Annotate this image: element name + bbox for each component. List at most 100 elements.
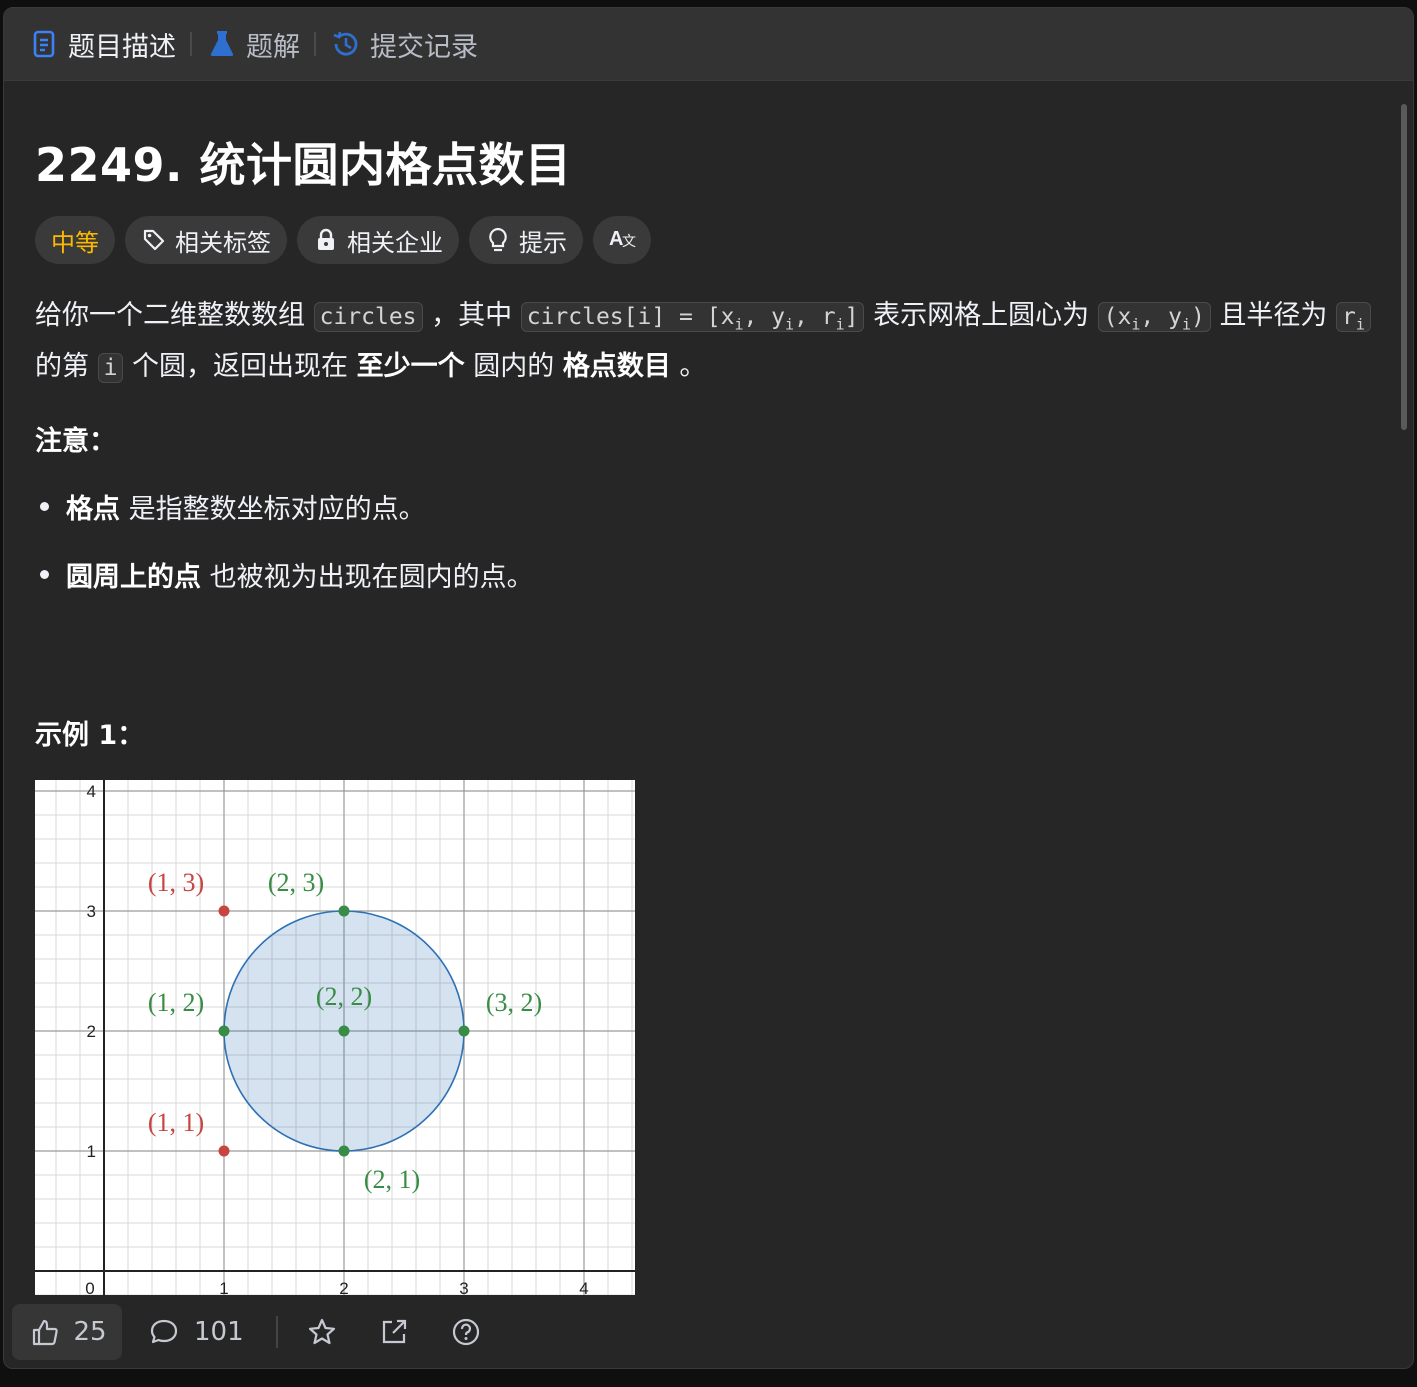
lattice-point xyxy=(338,1145,350,1157)
list-item: 圆周上的点 也被视为出现在圆内的点。 xyxy=(40,554,534,594)
problem-content[interactable]: 2249. 统计圆内格点数目 中等 相关标签 相关企业 提示 A 文 给你一个二… xyxy=(4,81,1391,1368)
document-icon xyxy=(28,28,60,60)
example-heading: 示例 1： xyxy=(35,720,145,751)
tab-submissions-label: 提交记录 xyxy=(370,31,478,63)
desc-text: 表示网格上圆心为 xyxy=(873,300,1090,331)
bullet-text: 也被视为出现在圆内的点。 xyxy=(209,561,534,593)
code-part: , r xyxy=(794,304,836,330)
desc-text: 给你一个二维整数数组 xyxy=(35,300,305,331)
bullet-bold: 格点 xyxy=(66,493,120,525)
desc-bold: 格点数目 xyxy=(562,350,671,382)
tab-submissions[interactable]: 提交记录 xyxy=(316,8,492,80)
code-part: circles[i] = [x xyxy=(526,304,735,330)
example-figure: 0 1 2 3 4 1 2 3 4 (1, 3) (2, 3) (1, 2) (2, 2) (3, 2)(… xyxy=(35,780,635,1298)
tag-icon xyxy=(141,227,167,253)
point-label: (2, 1) xyxy=(364,1165,420,1194)
point-label: (1, 2) xyxy=(148,988,204,1017)
code-sub: i xyxy=(1355,315,1365,334)
comment-count: 101 xyxy=(194,1316,244,1347)
comments-button[interactable]: 101 xyxy=(146,1314,244,1350)
point-label: (3, 2) xyxy=(486,988,542,1017)
y-tick-label: 3 xyxy=(87,902,96,921)
inline-code: circles xyxy=(313,302,423,332)
point-label: (1, 1) xyxy=(148,1108,204,1137)
problem-description: 给你一个二维整数数组 circles ，其中 circles[i] = [x i,… xyxy=(35,295,1385,389)
code-part: ] xyxy=(844,304,859,330)
related-companies-label: 相关企业 xyxy=(347,228,443,257)
favorite-button[interactable] xyxy=(304,1314,340,1350)
lattice-point xyxy=(218,905,230,917)
like-count: 25 xyxy=(73,1316,107,1347)
code-part: (x xyxy=(1103,304,1132,330)
related-tags-button[interactable]: 相关标签 xyxy=(125,216,287,264)
help-button[interactable] xyxy=(448,1314,484,1350)
lattice-point xyxy=(218,1145,230,1157)
inline-code: ri xyxy=(1336,302,1371,334)
translate-icon: A文 xyxy=(607,224,637,256)
tab-solutions-label: 题解 xyxy=(246,31,300,63)
lattice-point xyxy=(338,1025,350,1037)
y-tick-label: 2 xyxy=(87,1022,96,1041)
bullet-dot xyxy=(40,501,49,511)
share-button[interactable] xyxy=(376,1314,412,1350)
lattice-point xyxy=(218,1025,230,1037)
code-part: , y xyxy=(1140,304,1182,330)
code-sub: i xyxy=(785,315,795,334)
thumbs-up-icon xyxy=(27,1314,63,1350)
code-part: ) xyxy=(1190,304,1205,330)
bullet-bold: 圆周上的点 xyxy=(66,561,201,593)
note-list: 格点 是指整数坐标对应的点。 圆周上的点 也被视为出现在圆内的点。 xyxy=(40,486,534,622)
hint-button[interactable]: 提示 xyxy=(469,216,583,264)
question-circle-icon xyxy=(448,1314,484,1350)
point-label: (2, 3) xyxy=(268,868,324,897)
star-icon xyxy=(304,1314,340,1350)
bullet-text: 是指整数坐标对应的点。 xyxy=(128,493,426,525)
related-companies-button[interactable]: 相关企业 xyxy=(297,216,459,264)
desc-bold: 至少一个 xyxy=(356,350,465,382)
action-bar: 25 101 xyxy=(4,1295,1413,1368)
comment-icon xyxy=(146,1314,182,1350)
inline-code: circles[i] = [xi, yi, ri] xyxy=(520,302,865,334)
point-label: (2, 2) xyxy=(316,982,372,1011)
lock-icon xyxy=(313,227,339,253)
like-button[interactable]: 25 xyxy=(12,1303,122,1360)
problem-title: 2249. 统计圆内格点数目 xyxy=(35,138,572,192)
action-divider xyxy=(275,1315,278,1348)
y-tick-label: 4 xyxy=(87,782,96,801)
y-tick-label: 1 xyxy=(87,1142,96,1161)
tab-description-label: 题目描述 xyxy=(68,31,176,63)
code-sub: i xyxy=(1181,315,1191,334)
list-item: 格点 是指整数坐标对应的点。 xyxy=(40,486,534,526)
grid-plot: 0 1 2 3 41234(1, 3) (2, 3)(1, 2) (2, 2) (3, 2)(… xyxy=(35,780,635,1298)
point-label: (1, 3) xyxy=(148,868,204,897)
desc-text: 的第 xyxy=(35,350,89,382)
tab-solutions[interactable]: 题解 xyxy=(192,8,314,80)
bullet-dot xyxy=(40,569,49,579)
lightbulb-icon xyxy=(485,227,511,253)
lattice-point xyxy=(338,905,350,917)
desc-text: 。 xyxy=(679,350,707,382)
scrollbar[interactable] xyxy=(1401,104,1407,430)
hint-label: 提示 xyxy=(519,228,567,257)
tab-description[interactable]: 题目描述 xyxy=(4,8,190,80)
history-icon xyxy=(330,28,362,60)
code-sub: i xyxy=(835,315,845,334)
desc-text: ，其中 xyxy=(431,300,513,331)
tag-chips: 中等 相关标签 相关企业 提示 A文 xyxy=(35,216,651,264)
inline-code: i xyxy=(97,352,124,383)
tab-bar: 题目描述 题解 提交记录 xyxy=(4,8,1413,81)
flask-icon xyxy=(206,28,238,60)
related-tags-label: 相关标签 xyxy=(175,228,271,257)
difficulty-badge[interactable]: 中等 xyxy=(35,216,115,264)
code-part: , y xyxy=(743,304,786,330)
inline-code: (xi, yi) xyxy=(1097,302,1211,334)
lattice-point xyxy=(458,1025,470,1037)
desc-text: 个圆，返回出现在 xyxy=(132,350,349,382)
code-part: r xyxy=(1342,304,1356,330)
note-heading: 注意： xyxy=(35,426,116,457)
external-link-icon xyxy=(376,1314,412,1350)
problem-panel: 题目描述 题解 提交记录 2249. 统计圆内格点数目 中等 相关标签 相关企业… xyxy=(3,7,1414,1369)
desc-text: 圆内的 xyxy=(473,350,555,382)
translate-button[interactable]: A文 xyxy=(593,216,651,264)
svg-text:文: 文 xyxy=(622,233,636,249)
